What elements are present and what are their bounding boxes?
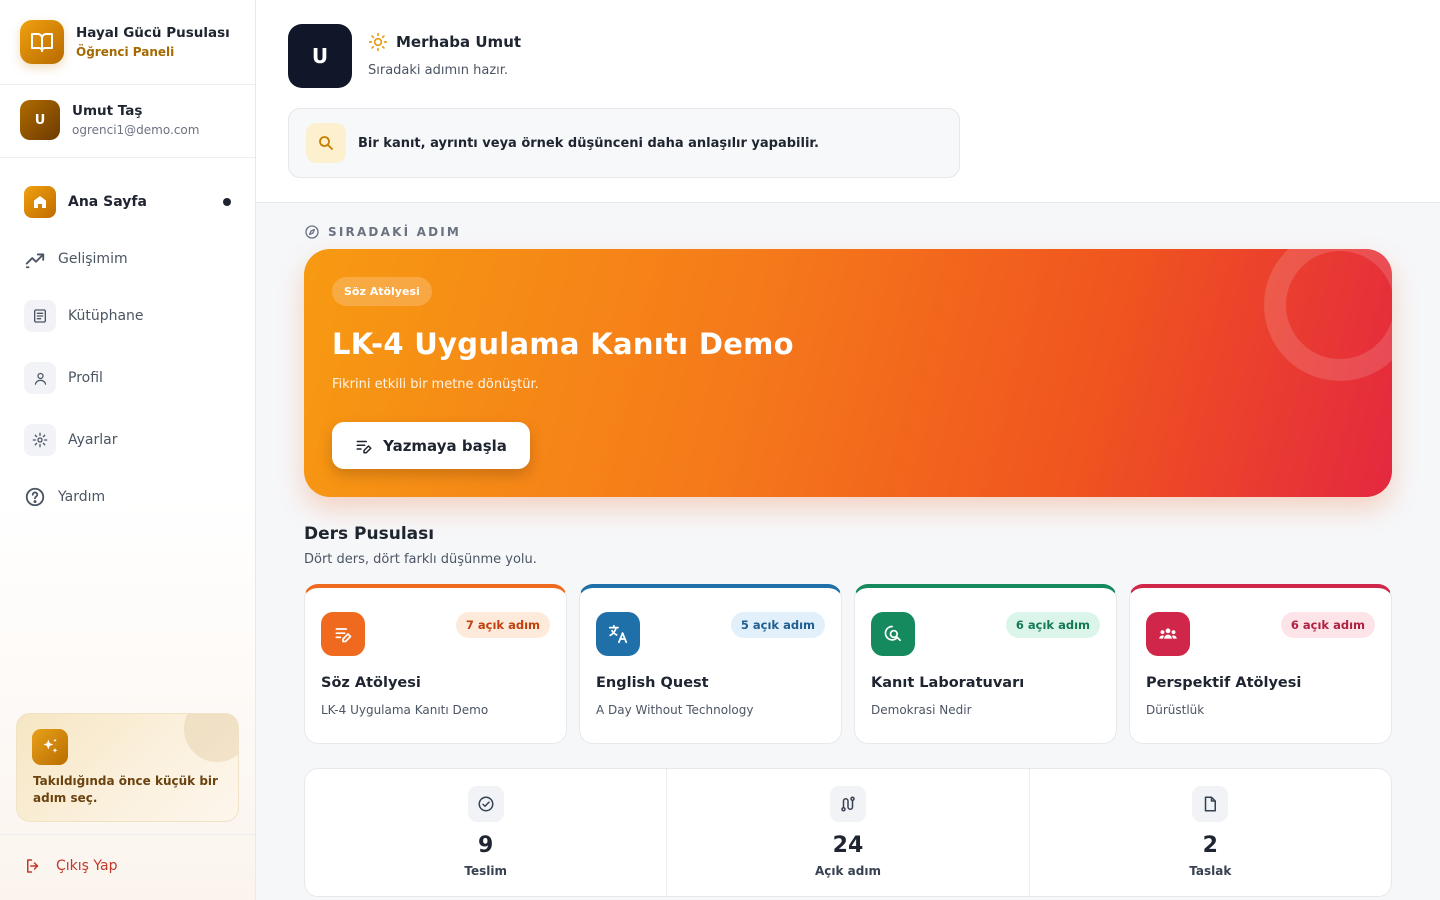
brand-title: Hayal Gücü Pusulası: [76, 25, 230, 41]
compass-icon: [305, 225, 319, 239]
route-icon: [829, 786, 866, 822]
courses-title: Ders Pusulası: [304, 524, 435, 544]
course-title: Kanıt Laboratuvarı: [871, 675, 1025, 691]
avatar: U: [20, 100, 60, 140]
sidebar-item-label: Yardım: [58, 489, 106, 505]
sun-icon: [368, 32, 388, 52]
next-step-card: Söz Atölyesi LK-4 Uygulama Kanıtı Demo F…: [304, 249, 1392, 497]
stat-value: 24: [832, 833, 864, 858]
logout-icon: [27, 859, 39, 873]
gear-icon: [24, 424, 56, 456]
header: U Merhaba Umut Sıradaki adımın hazır. Bi…: [256, 0, 1440, 203]
help-icon: [24, 486, 46, 508]
course-title: English Quest: [596, 675, 709, 691]
course-card-perspektif-atolyesi[interactable]: 6 açık adım Perspektif Atölyesi Dürüstlü…: [1129, 584, 1392, 744]
user-card: U Umut Taş ogrenci1@demo.com: [20, 100, 199, 140]
divider: [0, 834, 255, 835]
user-icon: [24, 362, 56, 394]
stat-label: Teslim: [464, 864, 507, 878]
tip-text: Takıldığında önce küçük bir adım seç.: [33, 774, 218, 805]
course-subtitle: LK-4 Uygulama Kanıtı Demo: [321, 703, 489, 717]
course-card-english-quest[interactable]: 5 açık adım English Quest A Day Without …: [579, 584, 842, 744]
hint-text: Bir kanıt, ayrıntı veya örnek düşünceni …: [358, 135, 819, 151]
stat-drafts: 2 Taslak: [1030, 769, 1391, 896]
sidebar-item-help[interactable]: Yardım: [24, 486, 105, 508]
stat-label: Açık adım: [815, 864, 881, 878]
section-label-text: SIRADAKİ ADIM: [328, 225, 462, 239]
sidebar: Hayal Gücü Pusulası Öğrenci Paneli U Umu…: [0, 0, 256, 900]
user-email: ogrenci1@demo.com: [72, 123, 200, 137]
sidebar-item-settings[interactable]: Ayarlar: [24, 424, 117, 456]
course-card-kanit-laboratuvari[interactable]: 6 açık adım Kanıt Laboratuvarı Demokrasi…: [854, 584, 1117, 744]
user-name: Umut Taş: [72, 103, 143, 119]
greeting-subtitle: Sıradaki adımın hazır.: [368, 63, 509, 78]
brand-subtitle: Öğrenci Paneli: [76, 45, 175, 59]
course-subtitle: Demokrasi Nedir: [871, 703, 972, 717]
logout-button[interactable]: Çıkış Yap: [24, 857, 118, 875]
sidebar-item-label: Ana Sayfa: [68, 194, 147, 210]
greeting-title: Merhaba Umut: [396, 33, 522, 51]
pen-lines-icon: [321, 612, 365, 656]
decorative-circle: [184, 714, 238, 762]
stats-panel: 9 Teslim 24 Açık adım 2 Taslak: [304, 768, 1392, 897]
next-step-title: LK-4 Uygulama Kanıtı Demo: [332, 327, 794, 361]
open-steps-badge: 6 açık adım: [1280, 612, 1375, 638]
stat-submitted: 9 Teslim: [305, 769, 668, 896]
file-icon: [1192, 786, 1229, 822]
course-tag: Söz Atölyesi: [332, 277, 432, 306]
sidebar-item-progress[interactable]: Gelişimim: [24, 248, 128, 270]
course-title: Perspektif Atölyesi: [1146, 675, 1302, 691]
open-steps-badge: 5 açık adım: [730, 612, 825, 638]
search-evidence-icon: [871, 612, 915, 656]
tip-card: Takıldığında önce küçük bir adım seç.: [16, 713, 239, 822]
start-writing-label: Yazmaya başla: [383, 436, 507, 455]
stat-open-steps: 24 Açık adım: [667, 769, 1030, 896]
sparkles-icon: [32, 729, 68, 765]
courses-subtitle: Dört ders, dört farklı düşünme yolu.: [304, 552, 537, 567]
logout-label: Çıkış Yap: [56, 858, 118, 874]
translate-icon: [596, 612, 640, 656]
sidebar-item-label: Ayarlar: [68, 432, 118, 448]
trend-icon: [24, 248, 46, 270]
sidebar-item-label: Profil: [68, 370, 103, 386]
check-circle-icon: [467, 786, 504, 822]
people-icon: [1146, 612, 1190, 656]
sidebar-item-library[interactable]: Kütüphane: [24, 300, 144, 332]
sidebar-item-label: Kütüphane: [68, 308, 144, 324]
divider: [0, 84, 255, 85]
avatar[interactable]: U: [288, 24, 352, 88]
course-title: Söz Atölyesi: [321, 675, 421, 691]
course-subtitle: Dürüstlük: [1146, 703, 1205, 717]
section-label-next-step: SIRADAKİ ADIM: [304, 224, 461, 240]
decorative-ring: [1264, 249, 1392, 381]
sidebar-item-profile[interactable]: Profil: [24, 362, 103, 394]
sidebar-item-home[interactable]: Ana Sayfa: [24, 186, 147, 218]
start-writing-button[interactable]: Yazmaya başla: [332, 422, 530, 469]
course-subtitle: A Day Without Technology: [596, 703, 754, 717]
stat-value: 2: [1202, 833, 1218, 858]
search-icon: [306, 123, 346, 163]
course-card-soz-atolyesi[interactable]: 7 açık adım Söz Atölyesi LK-4 Uygulama K…: [304, 584, 567, 744]
stat-value: 9: [478, 833, 494, 858]
open-steps-badge: 6 açık adım: [1005, 612, 1100, 638]
greeting: Merhaba Umut: [368, 32, 521, 52]
home-icon: [24, 186, 56, 218]
open-steps-badge: 7 açık adım: [455, 612, 550, 638]
pen-lines-icon: [356, 440, 372, 453]
active-indicator: [223, 198, 231, 206]
hint-box: Bir kanıt, ayrıntı veya örnek düşünceni …: [288, 108, 960, 178]
brand[interactable]: Hayal Gücü Pusulası Öğrenci Paneli: [20, 20, 230, 64]
open-book-icon: [20, 20, 64, 64]
library-icon: [24, 300, 56, 332]
next-step-subtitle: Fikrini etkili bir metne dönüştür.: [332, 377, 539, 392]
divider: [0, 157, 255, 158]
stat-label: Taslak: [1189, 864, 1232, 878]
sidebar-item-label: Gelişimim: [58, 251, 128, 267]
